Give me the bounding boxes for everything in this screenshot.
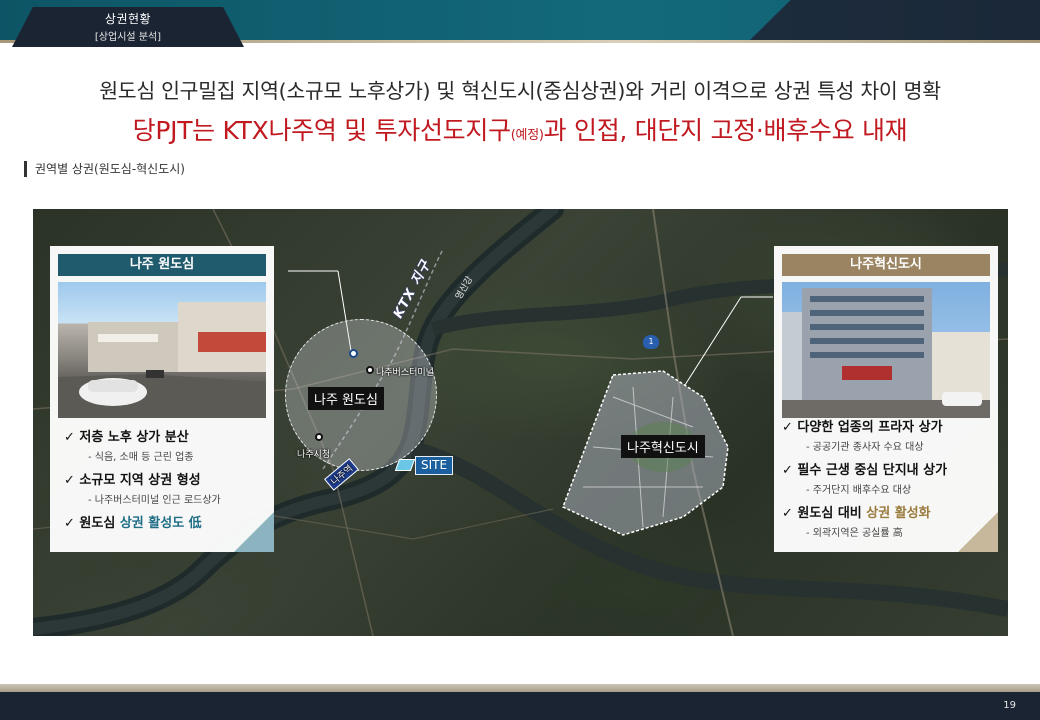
bullet-sub-text: - 외곽지역은 공실률 高 xyxy=(806,528,903,539)
headline-line-2-part-1: 당PJT는 KTX나주역 및 투자선도지구 xyxy=(132,116,511,145)
site-badge: SITE xyxy=(415,456,453,475)
list-item: ✓ 저층 노후 상가 분산 - 식음, 소매 등 근린 업종 xyxy=(64,426,221,463)
section-sub-label: 권역별 상권(원도심-혁신도시) xyxy=(24,160,185,177)
list-item: ✓ 필수 근생 중심 단지내 상가 - 주거단지 배후수요 대상 xyxy=(782,463,948,496)
innovation-zone-label: 나주혁신도시 xyxy=(621,435,705,458)
old-town-center-marker xyxy=(349,349,358,358)
footer-divider xyxy=(0,684,1040,692)
section-subtitle: [상업시설 분석] xyxy=(94,32,162,43)
list-item: ✓ 원도심 대비 상권 활성화 - 외곽지역은 공실률 高 xyxy=(782,502,947,539)
headline-line-2-part-2: 과 인접, 대단지 고정·배후수요 내재 xyxy=(543,116,908,145)
bullet-main-prefix: 원도심 xyxy=(79,516,120,531)
list-item: ✓ 소규모 지역 상권 형성 - 나주버스터미널 인근 로드상가 xyxy=(64,473,221,506)
bus-terminal-marker xyxy=(366,366,374,374)
innovation-city-card: 나주혁신도시 ✓ 다양한 업종의 프라자 상가 - 공공기관 종사자 수요 대상… xyxy=(774,246,998,552)
sub-label-bar xyxy=(24,160,27,177)
card-corner-accent xyxy=(234,512,274,552)
card-corner-accent xyxy=(958,512,998,552)
bullet-main-text: 소규모 지역 상권 형성 xyxy=(79,473,201,488)
bullet-highlight: 상권 활성도 低 xyxy=(119,516,202,531)
old-town-bullets: ✓ 저층 노후 상가 분산 - 식음, 소매 등 근린 업종 ✓ 소규모 지역 … xyxy=(64,426,221,531)
innovation-city-bullets: ✓ 다양한 업종의 프라자 상가 - 공공기관 종사자 수요 대상 ✓ 필수 근… xyxy=(782,416,947,545)
old-town-zone-label: 나주 원도심 xyxy=(308,387,384,410)
list-item: ✓ 원도심 상권 활성도 低 xyxy=(64,516,202,531)
bullet-sub-text: - 식음, 소매 등 근린 업종 xyxy=(88,452,194,463)
innovation-city-card-title: 나주혁신도시 xyxy=(782,254,990,276)
list-item: ✓ 다양한 업종의 프라자 상가 - 공공기관 종사자 수요 대상 xyxy=(782,416,947,453)
headline-line-2: 당PJT는 KTX나주역 및 투자선도지구(예정)과 인접, 대단지 고정·배후… xyxy=(0,111,1040,147)
bullet-sub-text: - 나주버스터미널 인근 로드상가 xyxy=(88,495,221,506)
section-tab: 상권현황 [상업시설 분석] xyxy=(12,7,244,47)
sub-label-text: 권역별 상권(원도심-혁신도시) xyxy=(35,162,185,176)
bullet-main-prefix: 원도심 대비 xyxy=(797,506,867,521)
footer-band xyxy=(0,692,1040,720)
bullet-sub-text: - 주거단지 배후수요 대상 xyxy=(806,485,912,496)
road-number-badge: 1 xyxy=(643,335,659,349)
old-town-photo xyxy=(58,282,266,418)
page-number: 19 xyxy=(1003,700,1016,711)
bullet-sub-text: - 공공기관 종사자 수요 대상 xyxy=(806,442,924,453)
innovation-city-photo xyxy=(782,282,990,418)
bullet-highlight: 상권 활성화 xyxy=(866,506,931,521)
innovation-city-building-illustration xyxy=(782,288,990,418)
header-band-dark xyxy=(750,0,1040,40)
section-title: 상권현황 xyxy=(104,12,152,26)
old-town-street-illustration xyxy=(58,302,266,418)
old-town-card: 나주 원도심 ✓ 저층 노후 상가 분산 - 식음, 소매 등 근린 업종 ✓ … xyxy=(50,246,274,552)
city-hall-label: 나주시청 xyxy=(297,450,331,460)
bullet-main-text: 필수 근생 중심 단지내 상가 xyxy=(797,463,948,478)
headline-line-2-small: (예정) xyxy=(510,128,544,143)
bus-terminal-label: 나주버스터미널 xyxy=(376,368,434,378)
bullet-main-text: 저층 노후 상가 분산 xyxy=(79,430,189,445)
bullet-main-text: 다양한 업종의 프라자 상가 xyxy=(797,420,943,435)
aerial-map: 나주버스터미널 나주 원도심 나주시청 나주역 SITE 영산강 KTX 지구 … xyxy=(33,209,1008,636)
old-town-card-title: 나주 원도심 xyxy=(58,254,266,276)
city-hall-marker xyxy=(315,433,323,441)
headline-line-1: 원도심 인구밀집 지역(소규모 노후상가) 및 혁신도시(중심상권)와 거리 이… xyxy=(99,79,941,103)
